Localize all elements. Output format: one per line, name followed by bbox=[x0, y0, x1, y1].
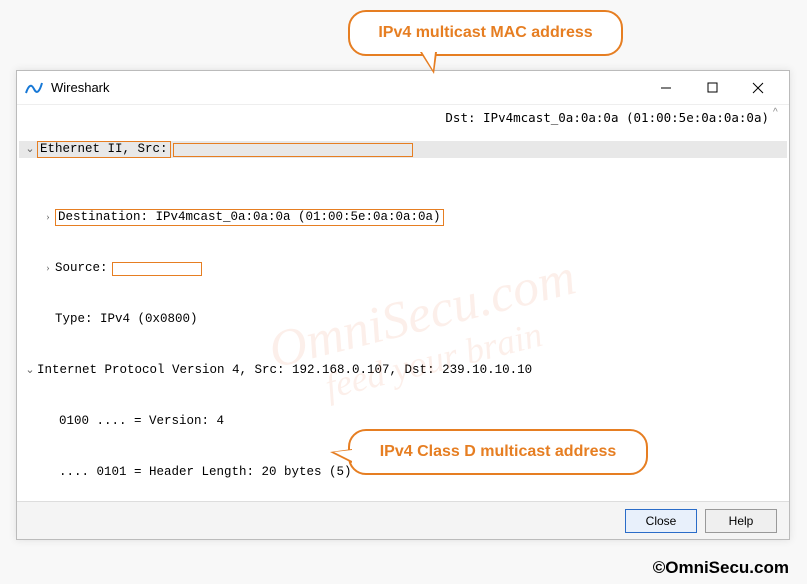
ethernet-destination-row[interactable]: ›Destination: IPv4mcast_0a:0a:0a (01:00:… bbox=[19, 209, 787, 226]
ethernet-src-label: Ethernet II, Src: bbox=[37, 141, 171, 158]
ip-hlen-value: .... 0101 = Header Length: 20 bytes (5) bbox=[59, 464, 352, 481]
ethernet-source-label: Source: bbox=[55, 260, 108, 277]
collapse-icon[interactable]: ⌄ bbox=[23, 362, 37, 379]
copyright-text: ©OmniSecu.com bbox=[653, 558, 789, 578]
callout-bottom-text: IPv4 Class D multicast address bbox=[380, 443, 617, 461]
ethernet-destination-value: Destination: IPv4mcast_0a:0a:0a (01:00:5… bbox=[55, 209, 444, 226]
window-title: Wireshark bbox=[51, 80, 643, 95]
expand-icon[interactable]: › bbox=[41, 260, 55, 277]
dialog-footer: Close Help bbox=[17, 501, 789, 539]
ethernet-source-redacted bbox=[112, 262, 202, 276]
ethernet-header-row[interactable]: ⌄Ethernet II, Src: bbox=[19, 141, 787, 158]
ip-version-value: 0100 .... = Version: 4 bbox=[59, 413, 224, 430]
close-button[interactable]: Close bbox=[625, 509, 697, 533]
callout-mac-address: IPv4 multicast MAC address bbox=[348, 10, 623, 56]
callout-top-text: IPv4 multicast MAC address bbox=[378, 24, 592, 42]
ethernet-type-row[interactable]: Type: IPv4 (0x0800) bbox=[19, 311, 787, 328]
minimize-button[interactable] bbox=[643, 73, 689, 103]
wireshark-icon bbox=[25, 79, 43, 97]
maximize-button[interactable] bbox=[689, 73, 735, 103]
ethernet-type-value: Type: IPv4 (0x0800) bbox=[55, 311, 198, 328]
ip-header-text: Internet Protocol Version 4, Src: 192.16… bbox=[37, 362, 532, 379]
ethernet-source-row[interactable]: ›Source: bbox=[19, 260, 787, 277]
ip-version-row[interactable]: 0100 .... = Version: 4 bbox=[19, 413, 787, 430]
close-window-button[interactable] bbox=[735, 73, 781, 103]
expand-icon[interactable]: › bbox=[41, 209, 55, 226]
ethernet-src-redacted bbox=[173, 143, 413, 157]
collapse-icon[interactable]: ⌄ bbox=[23, 141, 37, 158]
ip-header-row[interactable]: ⌄Internet Protocol Version 4, Src: 192.1… bbox=[19, 362, 787, 379]
callout-class-d-address: IPv4 Class D multicast address bbox=[348, 429, 648, 475]
window-controls bbox=[643, 73, 781, 103]
help-button[interactable]: Help bbox=[705, 509, 777, 533]
ethernet-dst-right: Dst: IPv4mcast_0a:0a:0a (01:00:5e:0a:0a:… bbox=[445, 109, 769, 126]
titlebar: Wireshark bbox=[17, 71, 789, 105]
